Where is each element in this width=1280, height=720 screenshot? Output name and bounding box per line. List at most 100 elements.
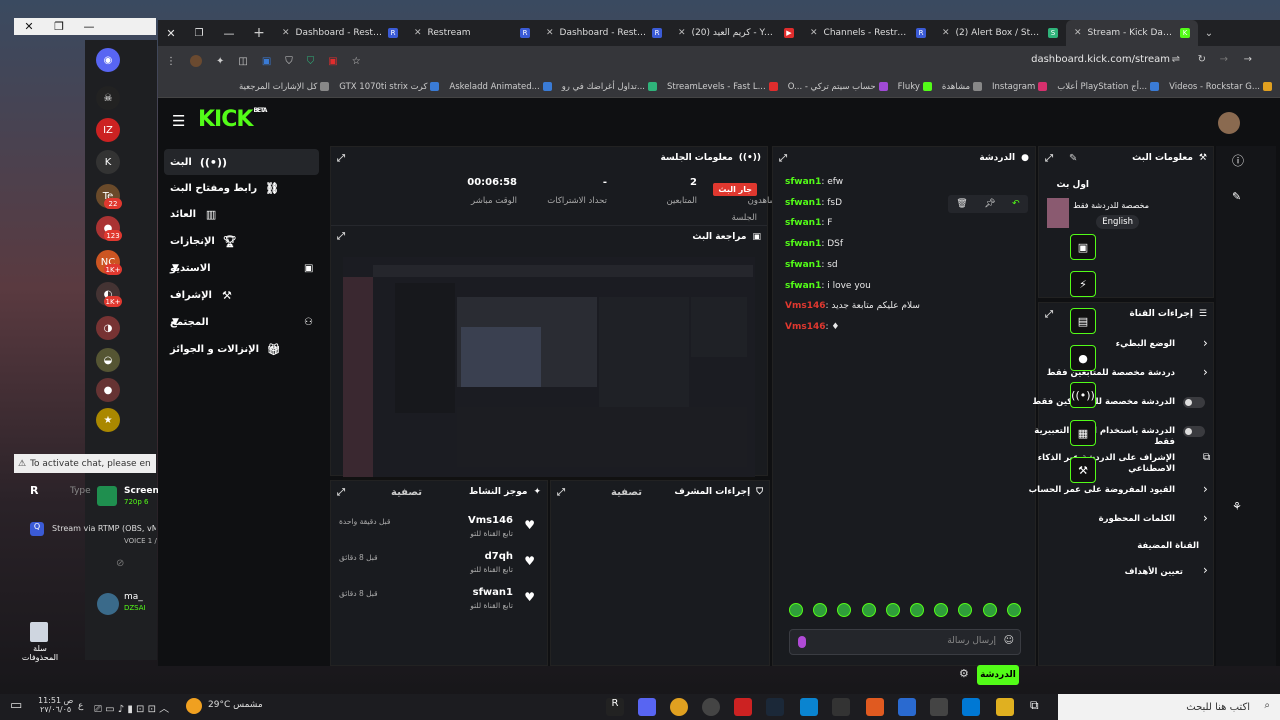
mic-icon[interactable] <box>798 636 806 648</box>
info-icon[interactable]: ⓘ <box>1232 152 1244 169</box>
emote-icon[interactable] <box>837 603 852 617</box>
emote-icon[interactable] <box>910 603 924 617</box>
tab-6[interactable]: ✕ (2) Alert Box / Streamlabs S <box>934 20 1066 46</box>
forward-icon[interactable]: → <box>1220 54 1228 65</box>
chat-username[interactable]: sfwan1 <box>785 198 821 208</box>
close-icon[interactable]: ✕ <box>546 28 554 38</box>
emoji-icon[interactable]: ☺ <box>1004 635 1014 646</box>
outer-minimize-button[interactable]: — <box>74 20 104 33</box>
bookmark-item[interactable]: GTX 1070ti strix كرت <box>339 82 440 92</box>
emote-icon[interactable] <box>861 603 876 617</box>
chevron-right-icon[interactable]: › <box>1203 511 1208 525</box>
taskbar-chrome-icon[interactable] <box>670 698 688 716</box>
chat-message[interactable]: sfwan1: efw <box>785 177 843 187</box>
sidebar-item-studio[interactable]: ▼ الاستديو ▣ <box>164 255 319 281</box>
menu-icon[interactable]: ⋮ <box>166 56 176 67</box>
rail-chat-button[interactable]: ● <box>1070 345 1096 371</box>
rail-bolt-button[interactable]: ⚡︎ <box>1070 271 1096 297</box>
external-link-icon[interactable]: ⧉ <box>1203 452 1210 463</box>
sidebar-item-moderation[interactable]: ⚒ الإشراف <box>164 282 319 308</box>
server-icon-skull[interactable]: ☠ <box>96 86 120 110</box>
window-close-button[interactable]: ✕ <box>158 27 184 40</box>
emote-icon[interactable] <box>885 603 900 617</box>
chat-message[interactable]: sfwan1: i love you <box>785 281 871 291</box>
window-restore-button[interactable]: ❐ <box>184 28 214 39</box>
close-icon[interactable]: ✕ <box>678 28 686 38</box>
rail-hammer-button[interactable]: ⚒ <box>1070 457 1096 483</box>
shield-icon[interactable]: ⛉ <box>285 56 293 67</box>
bookmark-item[interactable]: Videos - Rockstar G... <box>1169 82 1272 92</box>
recycle-bin-icon[interactable] <box>30 622 48 642</box>
chevron-right-icon[interactable]: › <box>1203 336 1208 350</box>
url-text[interactable]: dashboard.kick.com/stream <box>1031 54 1170 65</box>
ext-red-icon[interactable]: ▣ <box>328 56 337 67</box>
gear-icon[interactable]: ⚙ <box>959 667 969 680</box>
chat-username[interactable]: sfwan1 <box>785 218 821 228</box>
new-tab-button[interactable]: + <box>244 25 274 41</box>
stream-preview[interactable] <box>343 257 755 483</box>
window-minimize-button[interactable]: — <box>214 27 244 40</box>
ext-green-icon[interactable]: ⛉ <box>307 56 315 67</box>
kick-logo[interactable]: KICKBETA <box>198 107 267 132</box>
server-icon-photo[interactable]: ◑ <box>96 316 120 340</box>
popout-icon[interactable]: ⤢ <box>337 231 345 242</box>
emote-icon[interactable] <box>789 603 803 617</box>
rail-preview-button[interactable]: ▣ <box>1070 234 1096 260</box>
rail-broadcast-button[interactable]: ((•)) <box>1070 382 1096 408</box>
pin-icon[interactable]: 📌︎ <box>984 199 995 209</box>
emote-icon[interactable] <box>934 603 949 617</box>
weather-text[interactable]: 29°C مشمس <box>208 700 263 710</box>
taskbar-search[interactable]: اكتب هنا للبحث ⌕ <box>1058 694 1280 720</box>
bookmark-item[interactable]: Instagram <box>992 82 1048 92</box>
chat-username[interactable]: Vms146 <box>785 301 826 311</box>
sidebar-item-live[interactable]: ((•)) البث <box>164 149 319 175</box>
chat-message[interactable]: sfwan1: DSf <box>785 239 843 249</box>
ext-blue-icon[interactable]: ▣ <box>262 56 271 67</box>
taskbar-app3-icon[interactable] <box>866 698 884 716</box>
user-avatar[interactable] <box>1218 112 1240 134</box>
server-icon-gold[interactable]: ★ <box>96 408 120 432</box>
reply-icon[interactable]: ↶ <box>1012 199 1020 209</box>
popout-icon[interactable]: ⤢ <box>337 487 345 498</box>
chevron-right-icon[interactable]: › <box>1203 563 1208 577</box>
pencil-icon[interactable]: ✎ <box>1232 190 1241 203</box>
language-indicator[interactable]: ع <box>78 701 83 711</box>
server-icon-red2[interactable]: ● <box>96 378 120 402</box>
toggle-switch[interactable] <box>1183 397 1205 408</box>
server-icon-iz[interactable]: IZ <box>96 118 120 142</box>
bookmark-item[interactable]: كل الإشارات المرجعية <box>239 82 330 92</box>
tab-7[interactable]: ✕ Stream - Kick Dashboard K <box>1066 20 1198 46</box>
sidebar-item-community[interactable]: ▼ المجتمع ⚇ <box>164 309 319 335</box>
chevron-right-icon[interactable]: › <box>1203 482 1208 496</box>
sidebar-item-earnings[interactable]: ▥ العائد <box>164 201 319 227</box>
bookmark-item[interactable]: O... - حساب سيتم تركي <box>788 82 888 92</box>
bookmark-item[interactable]: StreamLevels - Fast L... <box>667 82 778 92</box>
chevron-right-icon[interactable]: › <box>1203 365 1208 379</box>
close-icon[interactable]: ✕ <box>414 28 422 38</box>
chat-message[interactable]: sfwan1: fsD <box>785 198 842 208</box>
chat-message[interactable]: Vms146: سلام عليكم متابعة جديد <box>785 301 920 311</box>
emote-icon[interactable] <box>958 603 973 617</box>
taskbar-app4-icon[interactable] <box>898 698 916 716</box>
close-icon[interactable]: ✕ <box>810 28 818 38</box>
bookmark-item[interactable]: أعلاب PlayStation أج... <box>1057 82 1160 92</box>
reload-icon[interactable]: ↻ <box>1198 54 1206 65</box>
taskbar-explorer-icon[interactable] <box>996 698 1014 716</box>
activity-username[interactable]: sfwan1 <box>473 587 513 598</box>
goals-label[interactable]: تعيين الأهداف <box>1023 567 1183 578</box>
taskbar-discord-icon[interactable] <box>638 698 656 716</box>
emote-icon[interactable] <box>1006 603 1021 617</box>
bookmark-item[interactable]: Fluky <box>898 82 932 92</box>
filter-label[interactable]: تصفية <box>391 487 422 498</box>
tab-3[interactable]: ✕ Dashboard - Restream R <box>538 20 670 46</box>
chat-input[interactable]: إرسال رسالة ☺ <box>789 629 1021 655</box>
popout-icon[interactable]: ⤢ <box>779 153 787 164</box>
taskbar-restream-icon[interactable]: R <box>606 698 624 716</box>
extension-icon[interactable]: ✦ <box>216 56 224 67</box>
notification-icon[interactable]: ▭ <box>10 698 22 713</box>
chat-message[interactable]: Vms146: ♦ <box>785 322 839 332</box>
filter-label[interactable]: تصفية <box>611 487 642 498</box>
tab-search-icon[interactable]: ⌄ <box>1198 28 1220 39</box>
toggle-switch[interactable] <box>1183 426 1205 437</box>
popout-icon[interactable]: ⤢ <box>557 487 565 498</box>
